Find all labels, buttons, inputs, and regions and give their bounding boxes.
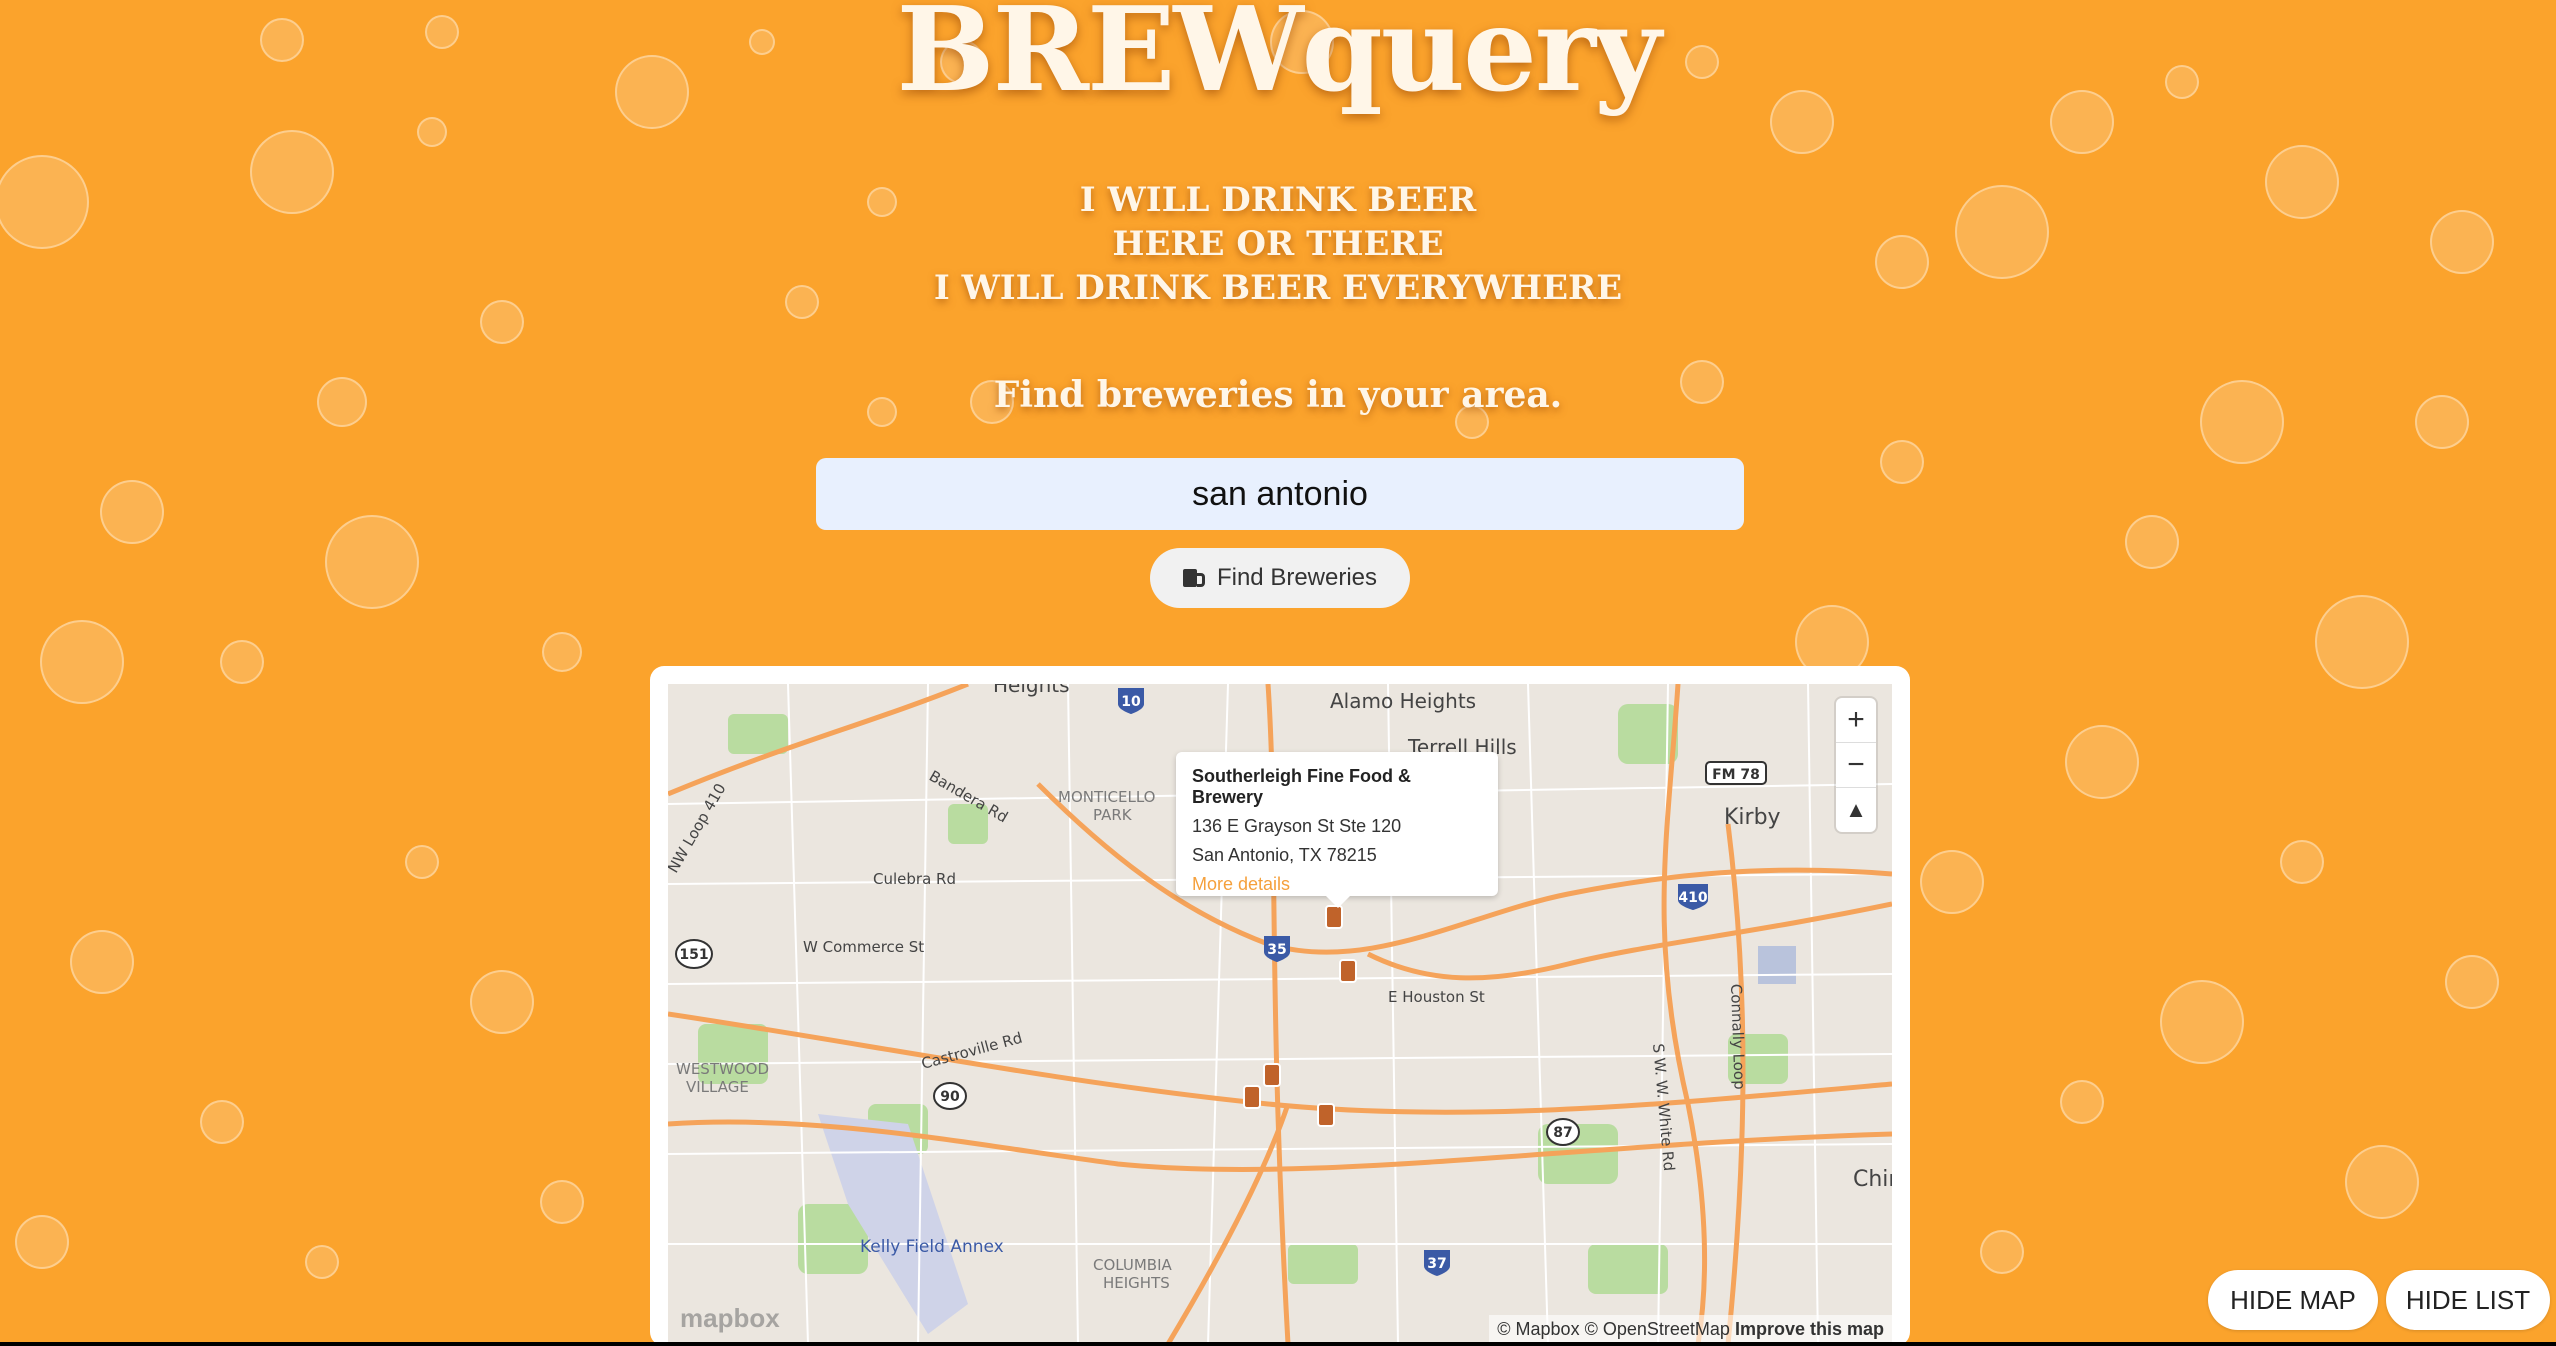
bubble (70, 930, 134, 994)
svg-text:37: 37 (1427, 1256, 1446, 1272)
hide-map-button[interactable]: HIDE MAP (2208, 1270, 2378, 1330)
map-card: 10 35 410 151 90 37 87 FM 78 Heights Ala… (650, 666, 1910, 1346)
poem-line-3: I WILL DRINK BEER EVERYWHERE (933, 268, 1623, 308)
bubble (2160, 980, 2244, 1064)
bubble (2445, 955, 2499, 1009)
brewery-marker (1263, 1063, 1281, 1087)
brewery-marker (1317, 1103, 1335, 1127)
bubble (2315, 595, 2409, 689)
hide-list-button[interactable]: HIDE LIST (2386, 1270, 2550, 1330)
osm-attribution-link[interactable]: © OpenStreetMap (1585, 1319, 1730, 1339)
find-breweries-label: Find Breweries (1216, 564, 1378, 591)
find-breweries-button[interactable]: Find Breweries (1150, 548, 1410, 608)
improve-map-link[interactable]: Improve this map (1735, 1319, 1884, 1339)
svg-text:90: 90 (940, 1089, 960, 1105)
bubble (2345, 1145, 2419, 1219)
label-heights-south: HEIGHTS (1103, 1274, 1170, 1292)
label-columbia: COLUMBIA (1093, 1256, 1173, 1274)
bubble (542, 632, 582, 672)
brewery-marker (1325, 905, 1343, 929)
label-park: PARK (1093, 806, 1133, 824)
bubble (1880, 440, 1924, 484)
label-e-houston-st: E Houston St (1388, 988, 1485, 1006)
shield-90: 90 (933, 1082, 967, 1110)
bubble (1980, 1230, 2024, 1274)
popup-address-line-2: San Antonio, TX 78215 (1192, 845, 1377, 865)
label-chin: Chin (1853, 1167, 1892, 1192)
more-details-link[interactable]: More details (1192, 874, 1482, 895)
svg-text:87: 87 (1553, 1125, 1572, 1141)
bubble (417, 117, 447, 147)
label-w-commerce-st: W Commerce St (803, 938, 924, 956)
svg-text:151: 151 (679, 947, 708, 963)
water-area (1758, 946, 1796, 984)
label-heights: Heights (993, 684, 1070, 697)
popup-address-line-1: 136 E Grayson St Ste 120 (1192, 816, 1402, 836)
bubble (1920, 850, 1984, 914)
mapbox-logo[interactable]: mapbox (680, 1303, 780, 1334)
bubble (540, 1180, 584, 1224)
tagline: Find breweries in your area. (993, 374, 1563, 416)
brewery-marker (1339, 959, 1357, 983)
poem: I WILL DRINK BEER HERE OR THERE I WILL D… (0, 178, 2556, 310)
bubble (2280, 840, 2324, 884)
svg-text:410: 410 (1678, 890, 1707, 906)
label-kelly-field-annex: Kelly Field Annex (860, 1237, 1004, 1257)
mapbox-attribution-link[interactable]: © Mapbox (1497, 1319, 1579, 1339)
map-zoom-controls: + − ▲ (1836, 698, 1876, 832)
bubble (2060, 1080, 2104, 1124)
map-view[interactable]: 10 35 410 151 90 37 87 FM 78 Heights Ala… (668, 684, 1892, 1344)
bubble (470, 970, 534, 1034)
beer-mug-icon (1182, 567, 1205, 589)
popup-brewery-name: Southerleigh Fine Food & Brewery (1192, 766, 1411, 807)
bottom-edge (0, 1342, 2556, 1346)
bubble (200, 1100, 244, 1144)
bubble (220, 640, 264, 684)
bubble (305, 1245, 339, 1279)
bubble (2065, 725, 2139, 799)
label-monticello: MONTICELLO (1058, 788, 1156, 806)
poem-line-1: I WILL DRINK BEER (1079, 180, 1477, 220)
label-alamo-heights: Alamo Heights (1330, 689, 1476, 713)
label-connally-loop: Connally Loop (1727, 984, 1749, 1090)
shield-87: 87 (1546, 1118, 1580, 1146)
shield-151: 151 (675, 939, 713, 969)
label-village: VILLAGE (686, 1078, 749, 1096)
bubble (40, 620, 124, 704)
compass-reset-button[interactable]: ▲ (1836, 788, 1876, 832)
brewery-marker (1243, 1085, 1261, 1109)
map-attribution: © Mapbox © OpenStreetMap Improve this ma… (1489, 1315, 1892, 1344)
bubble (15, 1215, 69, 1269)
poem-line-2: HERE OR THERE (1112, 224, 1444, 264)
svg-text:FM 78: FM 78 (1712, 767, 1760, 783)
bubble (100, 480, 164, 544)
svg-text:35: 35 (1267, 942, 1286, 958)
zoom-in-button[interactable]: + (1836, 698, 1876, 743)
zoom-out-button[interactable]: − (1836, 743, 1876, 788)
bubble (325, 515, 419, 609)
label-westwood: WESTWOOD (676, 1060, 769, 1078)
bubble (405, 845, 439, 879)
bubble (2125, 515, 2179, 569)
city-search-input[interactable] (816, 458, 1744, 530)
svg-text:10: 10 (1121, 694, 1141, 710)
label-kirby: Kirby (1724, 805, 1781, 830)
page-title: BREWquery (896, 0, 1662, 118)
brewery-popup: Southerleigh Fine Food & Brewery 136 E G… (1176, 752, 1498, 908)
shield-fm78: FM 78 (1705, 761, 1767, 785)
label-culebra-rd: Culebra Rd (873, 870, 956, 888)
